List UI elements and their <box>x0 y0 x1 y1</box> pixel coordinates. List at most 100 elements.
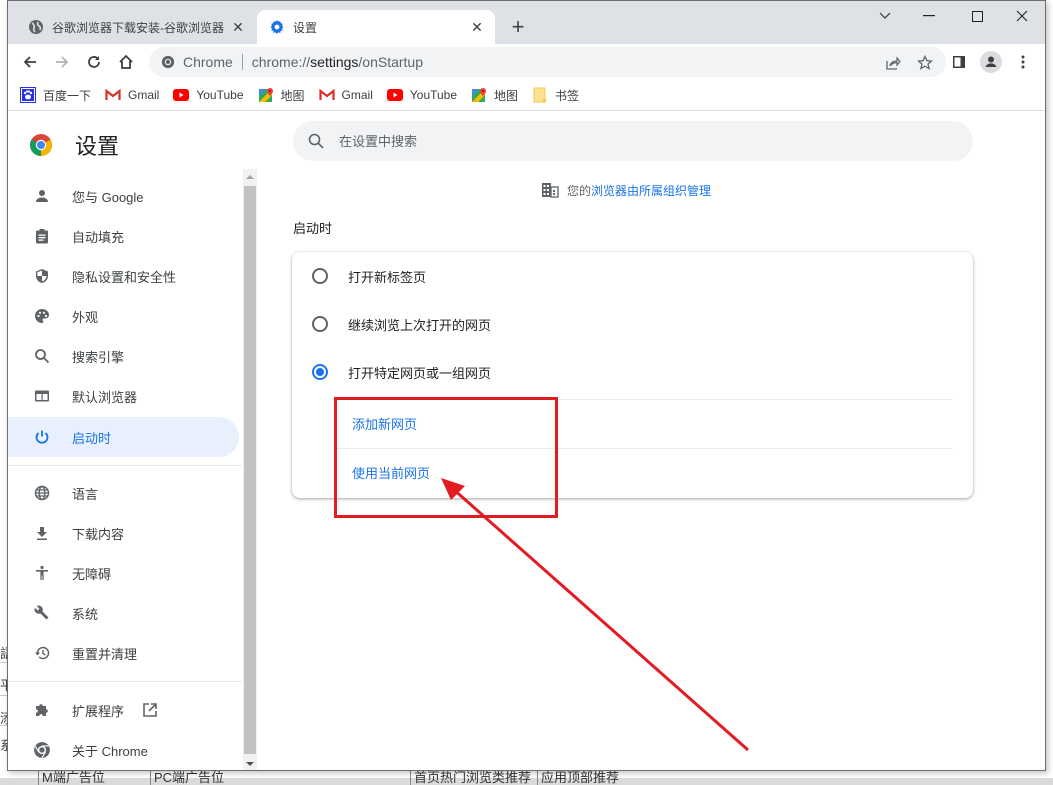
bookmark-baidu[interactable]: 百度一下 <box>20 83 91 107</box>
sidebar-item-system[interactable]: 系统 <box>8 593 239 633</box>
sidebar-scrollbar[interactable] <box>243 169 257 770</box>
annotation-highlight-box <box>334 397 558 518</box>
menu-kebab-icon[interactable] <box>1011 50 1035 74</box>
search-icon <box>32 346 52 366</box>
sidebar-item-label: 默认浏览器 <box>72 389 138 405</box>
tab-title: 设置 <box>293 20 318 35</box>
sidebar-item-reset[interactable]: 重置并清理 <box>8 633 239 673</box>
reload-button[interactable] <box>82 50 106 74</box>
sidebar-item-label: 您与 Google <box>72 189 144 205</box>
bookmark-label: YouTube <box>196 88 244 102</box>
bookmark-youtube[interactable]: YouTube <box>386 83 457 107</box>
sidebar-item-accessibility[interactable]: 无障碍 <box>8 553 239 593</box>
browser-window: 谷歌浏览器下载安装-谷歌浏览器 ✕ 设置 ✕ + Chrome chrome:/… <box>7 0 1046 771</box>
background-cell: M端广告位 <box>38 771 148 785</box>
sidebar-item-appearance[interactable]: 外观 <box>8 296 239 336</box>
background-cell: PC端广告位 <box>150 771 270 785</box>
sidebar-item-downloads[interactable]: 下载内容 <box>8 513 239 553</box>
home-button[interactable] <box>114 50 138 74</box>
radio-label: 打开新标签页 <box>348 269 427 285</box>
address-bar[interactable]: Chrome chrome://settings/onStartup <box>149 47 946 77</box>
sidebar-item-label: 系统 <box>72 606 99 622</box>
close-tab-icon[interactable]: ✕ <box>228 17 248 37</box>
back-button[interactable] <box>18 50 42 74</box>
radio-button-checked[interactable] <box>312 364 328 380</box>
side-panel-button[interactable] <box>947 50 971 74</box>
sidebar-item-label: 语言 <box>72 486 99 502</box>
sidebar-item-extensions[interactable]: 扩展程序 <box>8 690 239 730</box>
tab-download-page[interactable]: 谷歌浏览器下载安装-谷歌浏览器 ✕ <box>16 10 256 44</box>
tab-search-button[interactable] <box>870 5 900 27</box>
wrench-icon <box>32 603 52 623</box>
profile-avatar-button[interactable] <box>979 50 1003 74</box>
sidebar-item-label: 关于 Chrome <box>72 743 148 759</box>
puzzle-icon <box>32 700 52 720</box>
browser-icon <box>32 386 52 406</box>
bookmark-label: 地图 <box>280 88 305 103</box>
bookmark-label: 地图 <box>494 88 519 103</box>
bookmark-maps[interactable]: 地图 <box>471 83 518 107</box>
close-window-button[interactable] <box>1007 5 1037 27</box>
gmail-icon <box>318 87 335 103</box>
tab-strip: 谷歌浏览器下载安装-谷歌浏览器 ✕ 设置 ✕ + <box>8 1 1045 44</box>
building-icon <box>541 181 559 199</box>
maximize-button[interactable] <box>962 5 992 27</box>
sidebar-item-search-engine[interactable]: 搜索引擎 <box>8 336 239 376</box>
tab-settings[interactable]: 设置 ✕ <box>257 10 495 44</box>
tab-title: 谷歌浏览器下载安装-谷歌浏览器 <box>52 20 224 35</box>
close-tab-icon[interactable]: ✕ <box>467 17 487 37</box>
sidebar-item-you-and-google[interactable]: 您与 Google <box>8 176 239 216</box>
startup-option-new-tab[interactable]: 打开新标签页 <box>292 252 973 300</box>
sidebar-divider <box>8 465 242 466</box>
sidebar-item-autofill[interactable]: 自动填充 <box>8 216 239 256</box>
radio-button[interactable] <box>312 316 328 332</box>
gear-icon <box>269 19 285 35</box>
sidebar-item-label: 外观 <box>72 309 99 325</box>
radio-button[interactable] <box>312 268 328 284</box>
bookmark-gmail[interactable]: Gmail <box>318 83 373 107</box>
bookmark-star-icon[interactable] <box>915 53 935 73</box>
forward-button[interactable] <box>50 50 74 74</box>
person-icon <box>32 186 52 206</box>
omnibox-separator <box>241 54 243 70</box>
share-icon[interactable] <box>883 53 903 73</box>
accessibility-icon <box>32 563 52 583</box>
sidebar-item-on-startup[interactable]: 启动时 <box>8 417 239 457</box>
startup-option-specific-pages[interactable]: 打开特定网页或一组网页 <box>292 348 973 396</box>
bookmark-label: 书签 <box>555 88 580 103</box>
bookmarks-bar: 百度一下 Gmail YouTube 地图 Gmail YouTube 地图 书… <box>8 80 1045 111</box>
new-tab-button[interactable]: + <box>506 14 530 39</box>
sidebar-item-languages[interactable]: 语言 <box>8 473 239 513</box>
sidebar-item-label: 下载内容 <box>72 526 125 542</box>
startup-option-continue[interactable]: 继续浏览上次打开的网页 <box>292 300 973 348</box>
sidebar-item-default-browser[interactable]: 默认浏览器 <box>8 376 239 416</box>
bookmark-youtube[interactable]: YouTube <box>173 83 244 107</box>
gmail-icon <box>105 87 121 103</box>
minimize-button[interactable] <box>914 5 944 27</box>
site-info-chip[interactable]: Chrome <box>161 54 233 70</box>
settings-title: 设置 <box>75 134 120 159</box>
sidebar-item-about-chrome[interactable]: 关于 Chrome <box>8 730 239 770</box>
scrollbar-thumb[interactable] <box>244 186 256 754</box>
scroll-down-arrow-icon[interactable] <box>246 762 254 766</box>
bookmark-maps[interactable]: 地图 <box>258 83 305 107</box>
url-path: /onStartup <box>358 54 424 70</box>
url-host: settings <box>310 54 359 70</box>
settings-header: 设置 <box>29 129 119 161</box>
maps-icon <box>258 87 274 103</box>
managed-link[interactable]: 浏览器由所属组织管理 <box>591 182 711 199</box>
sidebar-divider <box>8 681 242 682</box>
scroll-up-arrow-icon[interactable] <box>246 175 254 179</box>
bookmark-label: Gmail <box>128 88 160 102</box>
bookmark-folder[interactable]: 书签 <box>532 83 579 107</box>
sidebar-item-privacy[interactable]: 隐私设置和安全性 <box>8 256 239 296</box>
url-text[interactable]: chrome://settings/onStartup <box>252 54 423 70</box>
sidebar-item-label: 自动填充 <box>72 229 125 245</box>
settings-search[interactable] <box>293 121 973 161</box>
sidebar-item-label: 扩展程序 <box>72 703 125 719</box>
youtube-icon <box>173 87 190 103</box>
sidebar-item-label: 启动时 <box>72 430 112 446</box>
bookmark-gmail[interactable]: Gmail <box>105 83 159 107</box>
globe-icon <box>32 483 52 503</box>
settings-search-input[interactable] <box>339 133 939 149</box>
